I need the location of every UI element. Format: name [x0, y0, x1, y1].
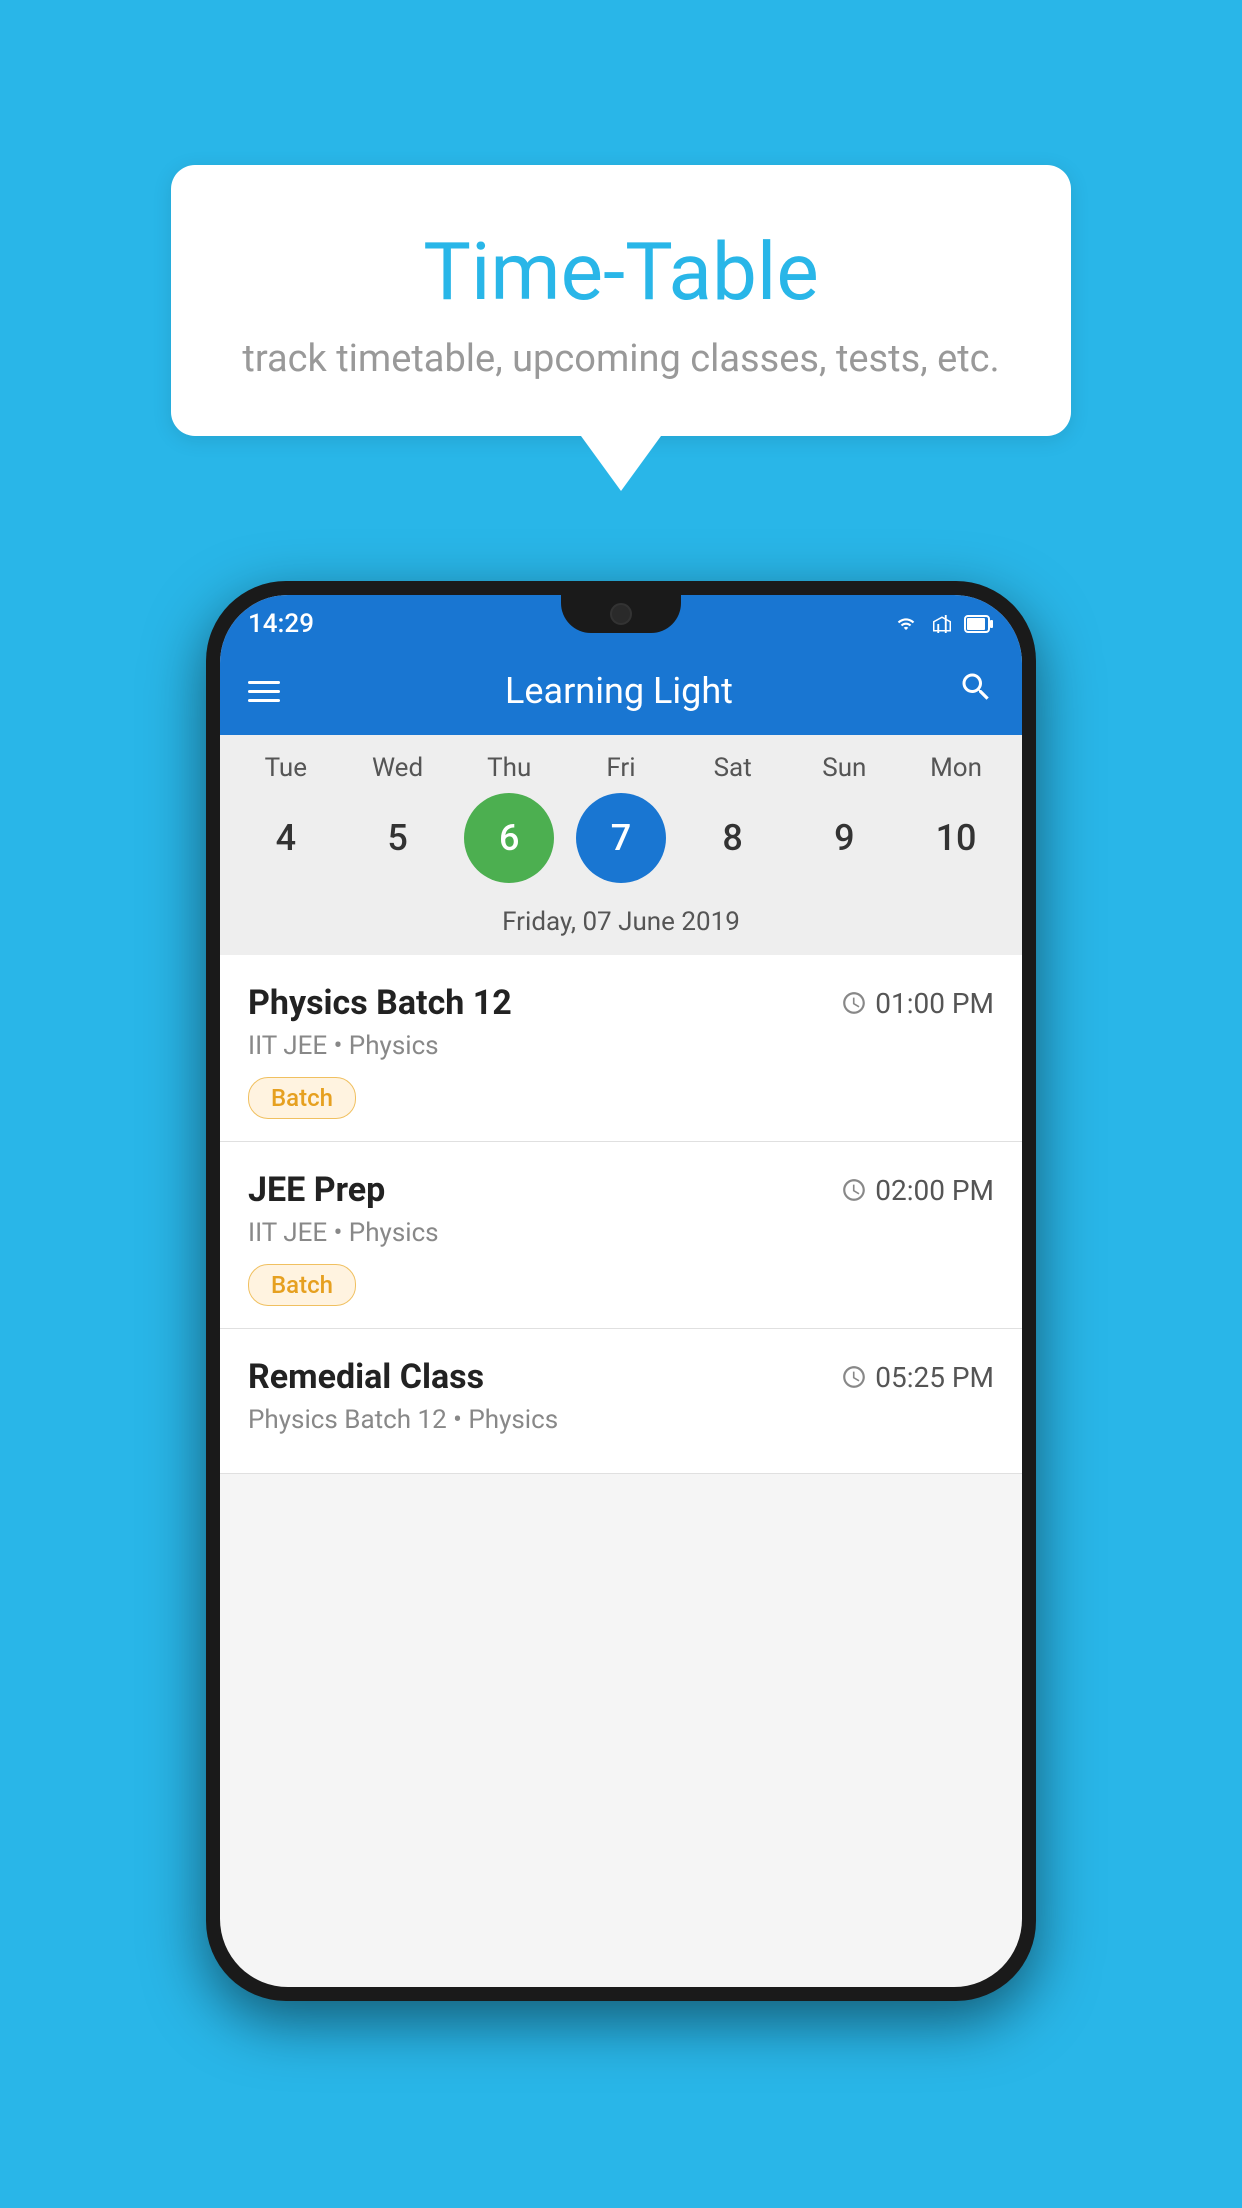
app-title: Learning Light [304, 670, 934, 712]
wifi-icon [892, 615, 920, 633]
status-time: 14:29 [248, 609, 314, 639]
day-4[interactable]: 4 [241, 793, 331, 883]
camera [610, 603, 632, 625]
class-name: Remedial Class [248, 1357, 484, 1397]
batch-tag: Batch [248, 1077, 356, 1119]
day-headers: Tue Wed Thu Fri Sat Sun Mon [220, 753, 1022, 783]
clock-icon [841, 1177, 867, 1203]
phone-outer: 14:29 [206, 581, 1036, 2001]
day-header-mon: Mon [911, 753, 1001, 783]
class-time-text: 01:00 PM [875, 987, 994, 1020]
class-name: Physics Batch 12 [248, 983, 512, 1023]
speech-bubble-subtitle: track timetable, upcoming classes, tests… [211, 337, 1031, 381]
day-header-sat: Sat [688, 753, 778, 783]
clock-icon [841, 990, 867, 1016]
speech-bubble-tail [581, 436, 661, 491]
phone-mockup: 14:29 [206, 581, 1036, 2001]
day-header-wed: Wed [353, 753, 443, 783]
class-name: JEE Prep [248, 1170, 385, 1210]
class-item-header: Physics Batch 12 01:00 PM [248, 983, 994, 1023]
class-item-header: Remedial Class 05:25 PM [248, 1357, 994, 1397]
class-subject: Physics Batch 12 • Physics [248, 1405, 994, 1435]
speech-bubble-title: Time-Table [211, 225, 1031, 319]
day-7-selected[interactable]: 7 [576, 793, 666, 883]
day-numbers: 4 5 6 7 8 9 10 [220, 793, 1022, 883]
clock-icon [841, 1364, 867, 1390]
app-bar: Learning Light [220, 647, 1022, 735]
hamburger-menu-icon[interactable] [248, 681, 280, 702]
class-time: 01:00 PM [841, 987, 994, 1020]
phone-screen: 14:29 [220, 595, 1022, 1987]
day-10[interactable]: 10 [911, 793, 1001, 883]
day-header-tue: Tue [241, 753, 331, 783]
class-subject: IIT JEE • Physics [248, 1031, 994, 1061]
day-header-sun: Sun [799, 753, 889, 783]
class-list: Physics Batch 12 01:00 PM IIT JEE • Phys… [220, 955, 1022, 1474]
battery-icon [964, 615, 994, 633]
day-header-fri: Fri [576, 753, 666, 783]
day-6-today[interactable]: 6 [464, 793, 554, 883]
day-9[interactable]: 9 [799, 793, 889, 883]
day-5[interactable]: 5 [353, 793, 443, 883]
class-time-text: 05:25 PM [875, 1361, 994, 1394]
batch-tag: Batch [248, 1264, 356, 1306]
signal-icon [928, 615, 956, 633]
calendar-date-label: Friday, 07 June 2019 [220, 899, 1022, 955]
class-item-jee-prep[interactable]: JEE Prep 02:00 PM IIT JEE • Physics Batc… [220, 1142, 1022, 1329]
day-8[interactable]: 8 [688, 793, 778, 883]
class-time-text: 02:00 PM [875, 1174, 994, 1207]
day-header-thu: Thu [464, 753, 554, 783]
class-time: 02:00 PM [841, 1174, 994, 1207]
status-icons [892, 615, 994, 633]
class-subject: IIT JEE • Physics [248, 1218, 994, 1248]
speech-bubble: Time-Table track timetable, upcoming cla… [171, 165, 1071, 436]
search-button[interactable] [958, 669, 994, 714]
class-time: 05:25 PM [841, 1361, 994, 1394]
class-item-physics-batch-12[interactable]: Physics Batch 12 01:00 PM IIT JEE • Phys… [220, 955, 1022, 1142]
speech-bubble-container: Time-Table track timetable, upcoming cla… [171, 165, 1071, 491]
class-item-remedial-class[interactable]: Remedial Class 05:25 PM Physics Batch 12… [220, 1329, 1022, 1474]
class-item-header: JEE Prep 02:00 PM [248, 1170, 994, 1210]
calendar-strip: Tue Wed Thu Fri Sat Sun Mon 4 5 6 7 8 9 … [220, 735, 1022, 955]
phone-notch [561, 595, 681, 633]
